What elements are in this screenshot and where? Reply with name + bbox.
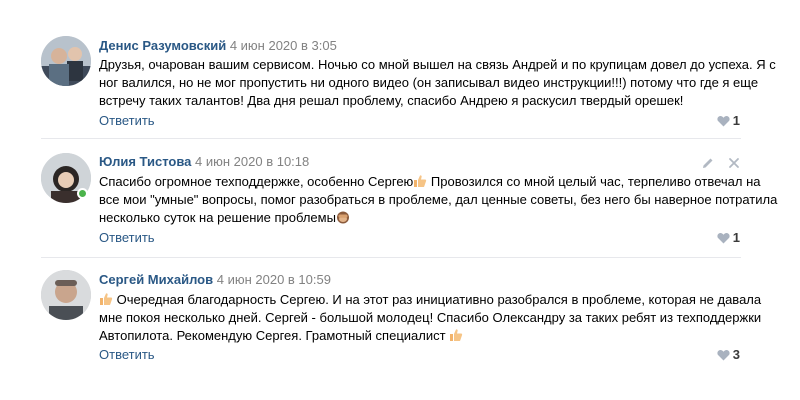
like-button[interactable]: 3 (717, 347, 740, 362)
close-icon[interactable] (728, 157, 740, 169)
online-indicator (77, 188, 88, 199)
reply-button[interactable]: Ответить (99, 347, 155, 362)
reply-button[interactable]: Ответить (99, 230, 155, 245)
comment-header: Сергей Михайлов 4 июн 2020 в 10:59 (99, 272, 331, 287)
comment-text-fragment: Спасибо огромное техподдержке, особенно … (99, 174, 414, 189)
comment-text-fragment: несколько суток на решение проблемы (99, 210, 336, 225)
comment-text-line: все мои "умные" вопросы, помог разобрать… (99, 192, 778, 207)
see-no-evil-monkey-emoji (336, 211, 349, 224)
like-count: 1 (732, 230, 740, 245)
comment-tools (692, 154, 740, 172)
comment-date[interactable]: 4 июн 2020 в 10:59 (217, 272, 331, 287)
like-count: 1 (732, 113, 740, 128)
comment-text-line: Очередная благодарность Сергею. И на это… (99, 291, 761, 309)
avatar[interactable] (41, 36, 91, 86)
comment-text-line: ног валился, но не мог пропустить ни одн… (99, 75, 759, 90)
comment-text-fragment: Очередная благодарность Сергею. И на это… (113, 292, 762, 307)
thumbs-up-emoji (414, 175, 427, 187)
like-button[interactable]: 1 (717, 113, 740, 128)
comment-text-line: Друзья, очарован вашим сервисом. Ночью с… (99, 57, 776, 72)
avatar[interactable] (41, 270, 91, 320)
comment-text-line: встречу таких талантов! Два дня решал пр… (99, 93, 684, 108)
heart-icon (717, 116, 730, 127)
comment-date[interactable]: 4 июн 2020 в 10:18 (195, 154, 309, 169)
reply-button[interactable]: Ответить (99, 113, 155, 128)
author-name[interactable]: Сергей Михайлов (99, 272, 213, 287)
comment-header: Денис Разумовский 4 июн 2020 в 3:05 (99, 38, 337, 53)
heart-icon (717, 350, 730, 361)
comment-text: Спасибо огромное техподдержке, особенно … (99, 173, 778, 227)
comment-text-line: несколько суток на решение проблемы (99, 209, 749, 227)
pencil-icon[interactable] (702, 157, 714, 169)
comment-date[interactable]: 4 июн 2020 в 3:05 (230, 38, 337, 53)
like-button[interactable]: 1 (717, 230, 740, 245)
like-count: 3 (732, 347, 740, 362)
comment-text-fragment: Провозился со мной целый час, терпеливо … (427, 174, 761, 189)
comment-text-line: мне покоя несколько дней. Сергей - больш… (99, 310, 762, 325)
comment-text-line: Спасибо огромное техподдержке, особенно … (99, 173, 761, 191)
heart-icon (717, 233, 730, 244)
comment-text: Очередная благодарность Сергею. И на это… (99, 291, 762, 345)
thumbs-up-emoji (450, 329, 463, 341)
author-name[interactable]: Юлия Тистова (99, 154, 191, 169)
divider (41, 257, 741, 258)
comment-text-fragment: Автопилота. Рекомендую Сергея. Грамотный… (99, 328, 450, 343)
comment-text: Друзья, очарован вашим сервисом. Ночью с… (99, 56, 776, 110)
thumbs-up-emoji (100, 293, 113, 305)
comment-text-line: Автопилота. Рекомендую Сергея. Грамотный… (99, 327, 749, 345)
comments-list: Денис Разумовский 4 июн 2020 в 3:05 Друз… (0, 0, 800, 400)
divider (41, 138, 741, 139)
author-name[interactable]: Денис Разумовский (99, 38, 226, 53)
comment-header: Юлия Тистова 4 июн 2020 в 10:18 (99, 154, 309, 169)
